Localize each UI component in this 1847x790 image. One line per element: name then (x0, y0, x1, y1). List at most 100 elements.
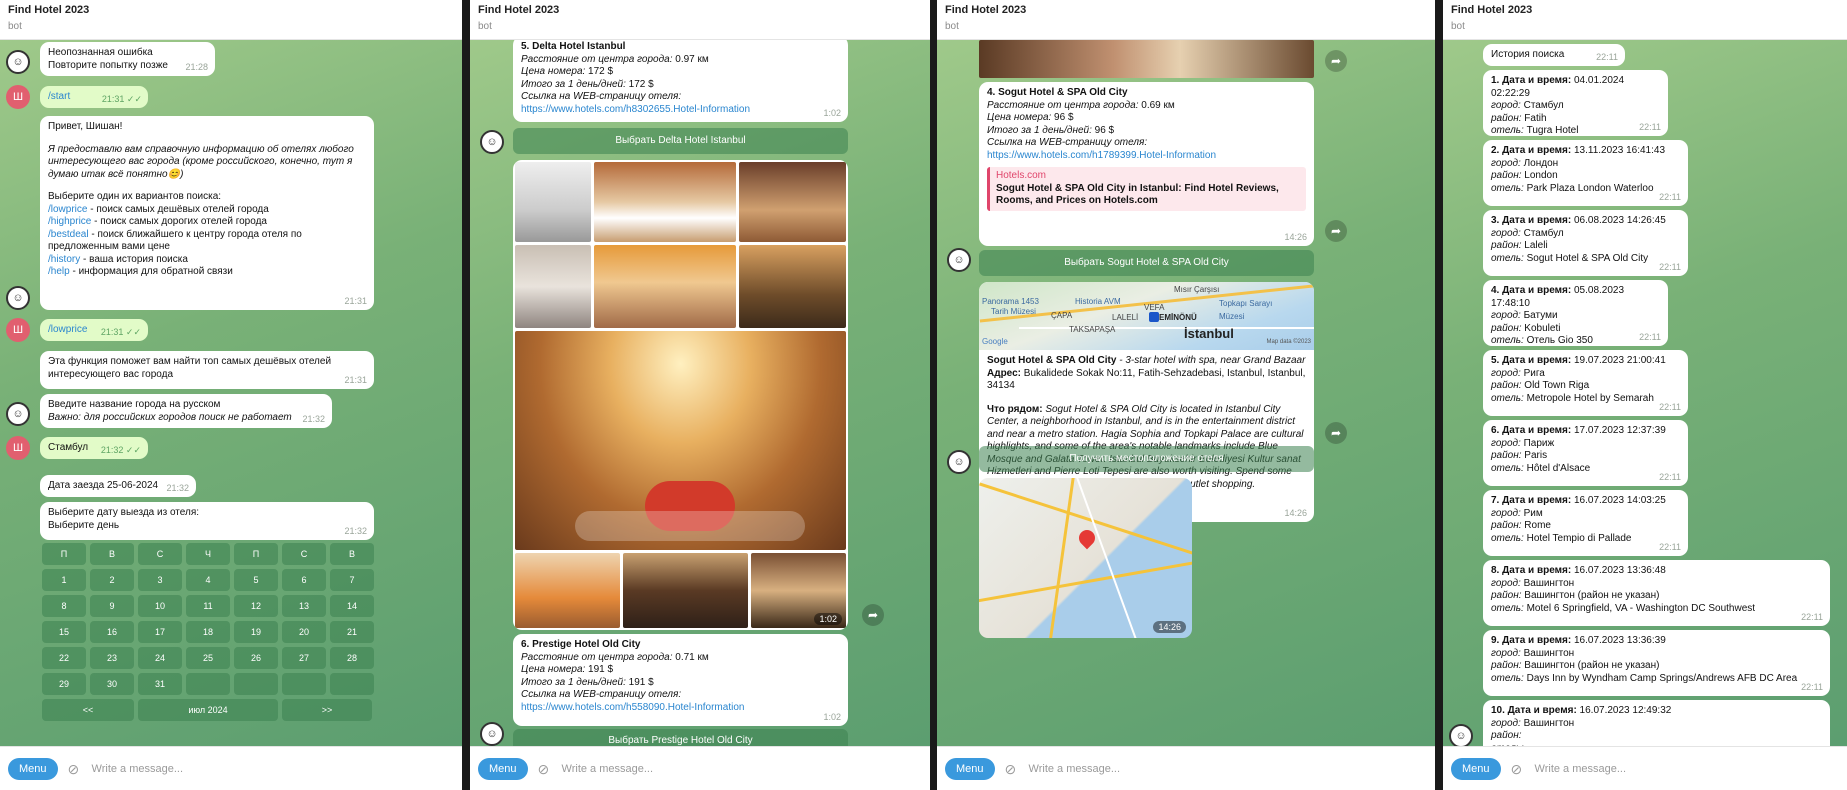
message-list[interactable]: Неопознанная ошибка Повторите попытку по… (0, 40, 462, 746)
day-button[interactable]: 24 (138, 647, 182, 669)
hotel-photo[interactable] (623, 553, 748, 628)
user-avatar[interactable]: Ш (6, 318, 30, 342)
day-button[interactable]: 29 (42, 673, 86, 695)
select-hotel-button[interactable]: Выбрать Sogut Hotel & SPA Old City (979, 250, 1314, 276)
chat-header[interactable]: Find Hotel 2023 bot (0, 0, 462, 40)
composer: Menu ⊘ Write a message... (470, 746, 930, 790)
attach-icon[interactable]: ⊘ (538, 762, 552, 776)
day-button[interactable]: 27 (282, 647, 326, 669)
bot-message: Неопознанная ошибка Повторите попытку по… (40, 42, 215, 76)
history-item: 8. Дата и время: 16.07.2023 13:36:48 горо… (1483, 560, 1830, 626)
hotel-photo[interactable] (515, 245, 591, 328)
bot-avatar[interactable]: ☺ (947, 450, 971, 474)
message-input[interactable]: Write a message... (562, 763, 654, 775)
day-button[interactable]: 1 (42, 569, 86, 591)
day-button[interactable]: 10 (138, 595, 182, 617)
next-month-button[interactable]: >> (282, 699, 372, 721)
day-button[interactable]: 2 (90, 569, 134, 591)
day-button[interactable]: 14 (330, 595, 374, 617)
bot-avatar[interactable]: ☺ (6, 286, 30, 310)
forward-icon[interactable]: ➦ (1325, 422, 1347, 444)
day-button[interactable]: 17 (138, 621, 182, 643)
select-hotel-button[interactable]: Выбрать Prestige Hotel Old City (513, 729, 848, 746)
day-button[interactable]: 5 (234, 569, 278, 591)
hotel-photo[interactable] (515, 553, 620, 628)
forward-icon[interactable]: ➦ (1325, 50, 1347, 72)
map-pin-icon (1149, 312, 1159, 322)
attach-icon[interactable]: ⊘ (1005, 762, 1019, 776)
attach-icon[interactable]: ⊘ (68, 762, 82, 776)
message-input[interactable]: Write a message... (92, 763, 184, 775)
day-button[interactable]: 18 (186, 621, 230, 643)
day-button[interactable]: 3 (138, 569, 182, 591)
day-button[interactable]: 15 (42, 621, 86, 643)
hotel-photo[interactable] (739, 245, 846, 328)
bot-avatar[interactable]: ☺ (947, 248, 971, 272)
hotel-card: 5. Delta Hotel Istanbul Расстояние от це… (513, 40, 848, 122)
menu-button[interactable]: Menu (945, 757, 995, 780)
day-button[interactable]: 8 (42, 595, 86, 617)
user-avatar[interactable]: Ш (6, 436, 30, 460)
bot-avatar[interactable]: ☺ (480, 722, 504, 746)
message-list[interactable]: ➦ 4. Sogut Hotel & SPA Old City Расстоян… (937, 40, 1435, 746)
weekday-header: В (90, 543, 134, 565)
bot-avatar[interactable]: ☺ (1449, 724, 1473, 746)
bot-message: История поиска 22:11 (1483, 44, 1625, 66)
day-button[interactable]: 9 (90, 595, 134, 617)
day-button[interactable]: 22 (42, 647, 86, 669)
day-button[interactable]: 16 (90, 621, 134, 643)
day-button[interactable]: 12 (234, 595, 278, 617)
menu-button[interactable]: Menu (478, 757, 528, 780)
message-input[interactable]: Write a message... (1535, 763, 1627, 775)
link-preview[interactable]: Hotels.com Sogut Hotel & SPA Old City in… (987, 167, 1306, 211)
day-button[interactable]: 13 (282, 595, 326, 617)
chat-window-2: Find Hotel 2023 bot 5. Delta Hotel Istan… (470, 0, 930, 790)
day-button[interactable]: 4 (186, 569, 230, 591)
day-button[interactable]: 23 (90, 647, 134, 669)
chat-title: Find Hotel 2023 (945, 4, 1027, 16)
day-button[interactable]: 7 (330, 569, 374, 591)
day-button[interactable]: 26 (234, 647, 278, 669)
hotel-photo[interactable] (594, 245, 736, 328)
month-label[interactable]: июл 2024 (138, 699, 278, 721)
chat-header[interactable]: Find Hotel 2023 bot (470, 0, 930, 40)
message-list[interactable]: История поиска 22:11 1. Дата и время: 04… (1443, 40, 1847, 746)
get-location-button[interactable]: Получить местоположение отеля (979, 446, 1314, 472)
chat-header[interactable]: Find Hotel 2023 bot (1443, 0, 1847, 40)
day-button[interactable]: 25 (186, 647, 230, 669)
user-avatar[interactable]: Ш (6, 85, 30, 109)
hotel-photo[interactable] (515, 162, 591, 242)
message-list[interactable]: 5. Delta Hotel Istanbul Расстояние от це… (470, 40, 930, 746)
hotel-photo[interactable] (594, 162, 736, 242)
day-button[interactable]: 20 (282, 621, 326, 643)
bot-avatar[interactable]: ☺ (6, 50, 30, 74)
location-map[interactable]: 14:26 (979, 478, 1192, 638)
day-button[interactable]: 21 (330, 621, 374, 643)
day-button[interactable]: 11 (186, 595, 230, 617)
day-button[interactable]: 31 (138, 673, 182, 695)
menu-button[interactable]: Menu (1451, 757, 1501, 780)
hotel-photo[interactable] (515, 331, 846, 550)
hotel-link[interactable]: https://www.hotels.com/h8302655.Hotel-In… (521, 104, 840, 117)
attach-icon[interactable]: ⊘ (1511, 762, 1525, 776)
message-input[interactable]: Write a message... (1029, 763, 1121, 775)
menu-button[interactable]: Menu (8, 757, 58, 780)
hotel-photo[interactable] (979, 40, 1314, 78)
prev-month-button[interactable]: << (42, 699, 134, 721)
bot-avatar[interactable]: ☺ (6, 402, 30, 426)
hotel-link[interactable]: https://www.hotels.com/h558090.Hotel-Inf… (521, 702, 840, 715)
chat-header[interactable]: Find Hotel 2023 bot (937, 0, 1435, 40)
forward-icon[interactable]: ➦ (862, 604, 884, 626)
map-preview[interactable]: Panorama 1453 Tarih Müzesi Historia AVM … (979, 282, 1314, 350)
day-button[interactable]: 19 (234, 621, 278, 643)
bot-avatar[interactable]: ☺ (480, 130, 504, 154)
hotel-photo[interactable] (739, 162, 846, 242)
history-item: 7. Дата и время: 16.07.2023 14:03:25 горо… (1483, 490, 1688, 556)
day-button[interactable]: 30 (90, 673, 134, 695)
day-button[interactable]: 6 (282, 569, 326, 591)
hotel-link[interactable]: https://www.hotels.com/h1789399.Hotel-In… (987, 150, 1306, 163)
select-hotel-button[interactable]: Выбрать Delta Hotel Istanbul (513, 128, 848, 154)
forward-icon[interactable]: ➦ (1325, 220, 1347, 242)
day-button[interactable]: 28 (330, 647, 374, 669)
photo-album[interactable]: 1:02 (513, 160, 848, 630)
